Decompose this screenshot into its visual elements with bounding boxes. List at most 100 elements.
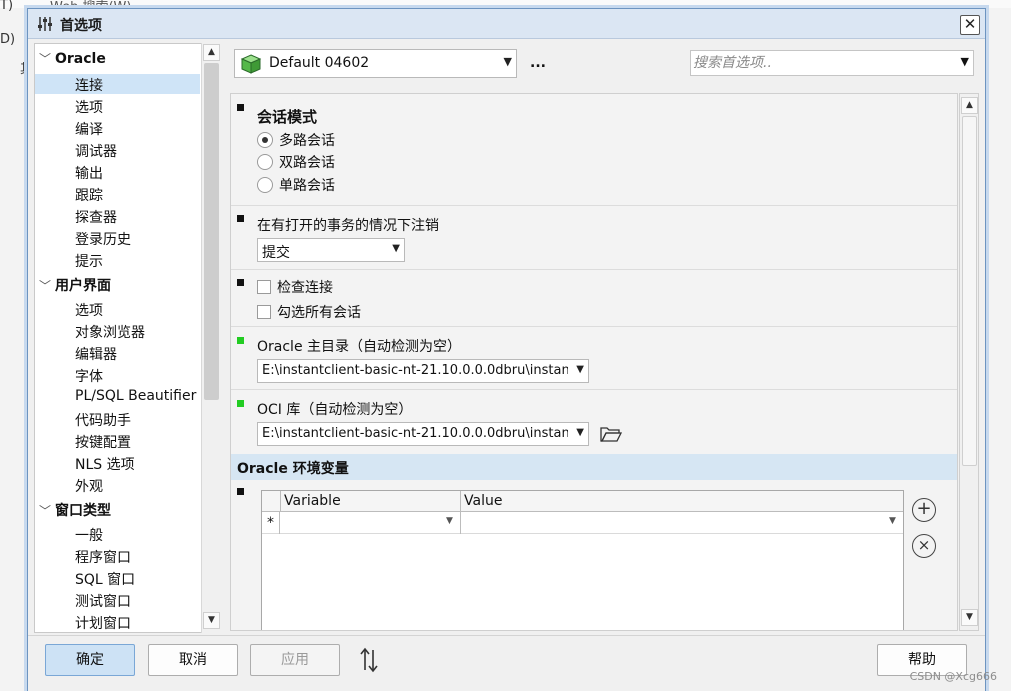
tree-item-object-browser[interactable]: 对象浏览器	[75, 322, 145, 342]
tree-item-sql-window[interactable]: SQL 窗口	[75, 569, 135, 589]
settings-scrollbar[interactable]: ▲ ▼	[959, 93, 979, 631]
chevron-down-icon[interactable]: ▼	[392, 243, 400, 254]
tree-item-compile[interactable]: 编译	[75, 119, 103, 139]
tree-group-user-interface[interactable]: ﹀ 用户界面	[35, 275, 111, 295]
tree-item-logon-history[interactable]: 登录历史	[75, 229, 131, 249]
radio-button-selected[interactable]	[257, 132, 273, 148]
env-variables-header: Oracle 环境变量	[231, 454, 957, 480]
tree-item-fonts[interactable]: 字体	[75, 366, 103, 386]
tree-item-plan-window[interactable]: 计划窗口	[75, 613, 131, 632]
oci-library-label: OCI 库（自动检测为空）	[257, 402, 413, 418]
profile-select[interactable]: Default 04602 ▼	[234, 49, 517, 78]
section-connection-checks: 检查连接 勾选所有会话	[231, 271, 957, 327]
tree-item-connection[interactable]: 连接	[75, 75, 103, 95]
tree-item-trace[interactable]: 跟踪	[75, 185, 103, 205]
chevron-down-icon[interactable]: ▼	[961, 55, 969, 68]
chevron-down-icon[interactable]: ▼	[504, 55, 512, 68]
chevron-down-icon[interactable]: ▼	[889, 516, 896, 526]
scroll-down-arrow-icon[interactable]: ▼	[203, 612, 220, 629]
section-logoff-transaction: 在有打开的事务的情况下注销 提交 ▼	[231, 207, 957, 270]
grid-header: Variable Value	[262, 491, 903, 512]
checkbox[interactable]	[257, 280, 271, 294]
tree-item-code-assistant[interactable]: 代码助手	[75, 410, 131, 430]
tree-item-nls-options[interactable]: NLS 选项	[75, 454, 135, 474]
scroll-down-arrow-icon[interactable]: ▼	[961, 609, 978, 626]
chevron-down-icon[interactable]: ﹀	[35, 277, 55, 294]
checkbox-label: 检查连接	[277, 280, 333, 296]
tree-group-window-types[interactable]: ﹀ 窗口类型	[35, 500, 111, 520]
logoff-action-select[interactable]: 提交 ▼	[257, 238, 405, 262]
tree-item-appearance[interactable]: 外观	[75, 476, 103, 496]
tree-item-options[interactable]: 选项	[75, 97, 103, 117]
chevron-down-icon[interactable]: ▼	[576, 364, 584, 375]
section-oci-library: OCI 库（自动检测为空） E:\instantclient-basic-nt-…	[231, 391, 957, 453]
dialog-title: 首选项	[60, 18, 102, 34]
section-status-bullet-active	[237, 400, 244, 407]
radio-dual-session[interactable]: 双路会话	[257, 152, 335, 174]
tree-item-profiler[interactable]: 探查器	[75, 207, 117, 227]
tree-group-oracle[interactable]: ﹀ Oracle	[35, 50, 106, 67]
tree-item-general[interactable]: 一般	[75, 525, 103, 545]
logoff-label: 在有打开的事务的情况下注销	[257, 218, 439, 234]
scroll-up-arrow-icon[interactable]: ▲	[203, 44, 220, 61]
oracle-home-select[interactable]: E:\instantclient-basic-nt-21.10.0.0.0dbr…	[257, 359, 589, 383]
search-input[interactable]	[693, 53, 945, 73]
oci-library-select[interactable]: E:\instantclient-basic-nt-21.10.0.0.0dbr…	[257, 422, 589, 446]
check-all-sessions-checkbox[interactable]: 勾选所有会话	[257, 302, 361, 324]
dialog-titlebar[interactable]: 首选项 ✕	[28, 9, 985, 39]
section-status-bullet	[237, 279, 244, 286]
env-variables-title: Oracle 环境变量	[237, 461, 349, 477]
tree-item-debugger[interactable]: 调试器	[75, 141, 117, 161]
radio-button[interactable]	[257, 177, 273, 193]
search-preferences[interactable]: ▼	[690, 50, 974, 76]
session-mode-title: 会话模式	[257, 108, 318, 126]
check-connection-checkbox[interactable]: 检查连接	[257, 277, 333, 299]
sort-arrows-icon[interactable]	[358, 646, 380, 674]
settings-scrollbar-thumb[interactable]	[962, 116, 977, 466]
scroll-up-arrow-icon[interactable]: ▲	[961, 97, 978, 114]
tree-scrollbar-thumb[interactable]	[204, 63, 219, 400]
more-options-button[interactable]: ...	[530, 55, 546, 71]
tree-scrollbar[interactable]: ▲ ▼	[201, 43, 220, 633]
chevron-down-icon[interactable]: ﹀	[35, 502, 55, 519]
grid-column-separator	[280, 491, 281, 512]
grid-column-separator	[460, 491, 461, 512]
table-row-new[interactable]: * ▼ ▼	[262, 512, 903, 534]
tree-item-beautifier[interactable]: PL/SQL Beautifier	[75, 388, 196, 404]
chevron-down-icon[interactable]: ▼	[576, 427, 584, 438]
radio-button[interactable]	[257, 154, 273, 170]
section-oracle-home: Oracle 主目录（自动检测为空） E:\instantclient-basi…	[231, 328, 957, 390]
folder-open-icon[interactable]	[599, 424, 623, 444]
radio-single-session[interactable]: 单路会话	[257, 175, 335, 197]
tree-item-hints[interactable]: 提示	[75, 251, 103, 271]
tree-item-test-window[interactable]: 测试窗口	[75, 591, 131, 611]
ok-button[interactable]: 确定	[45, 644, 135, 676]
tree-item-editor[interactable]: 编辑器	[75, 344, 117, 364]
add-row-plus-icon[interactable]: +	[912, 498, 936, 522]
radio-multi-session[interactable]: 多路会话	[257, 130, 335, 152]
chevron-down-icon[interactable]: ﹀	[35, 50, 55, 67]
oci-library-value: E:\instantclient-basic-nt-21.10.0.0.0dbr…	[262, 426, 568, 441]
apply-button[interactable]: 应用	[250, 644, 340, 676]
chevron-down-icon[interactable]: ▼	[446, 516, 453, 526]
tree-item-ui-options[interactable]: 选项	[75, 300, 103, 320]
delete-row-x-icon[interactable]: ×	[912, 534, 936, 558]
profile-cube-icon	[240, 54, 262, 74]
tree-item-key-config[interactable]: 按键配置	[75, 432, 131, 452]
close-button[interactable]: ✕	[960, 15, 980, 35]
dialog-button-bar: 确定 取消 应用 帮助	[28, 635, 985, 691]
oracle-home-value: E:\instantclient-basic-nt-21.10.0.0.0dbr…	[262, 363, 568, 378]
tree-item-output[interactable]: 输出	[75, 163, 103, 183]
checkbox[interactable]	[257, 305, 271, 319]
settings-panel: Default 04602 ▼ ... ▼ 会话模式 多路会话 双路会话 单路会…	[228, 43, 980, 633]
tree-item-program-window[interactable]: 程序窗口	[75, 547, 131, 567]
oracle-home-label: Oracle 主目录（自动检测为空）	[257, 339, 462, 355]
section-status-bullet	[237, 215, 244, 222]
tree-group-label: 用户界面	[55, 278, 111, 294]
env-variables-grid[interactable]: Variable Value * ▼ ▼	[261, 490, 904, 630]
tree-group-label: Oracle	[55, 51, 106, 67]
column-header-value[interactable]: Value	[464, 493, 502, 509]
column-header-variable[interactable]: Variable	[284, 493, 341, 509]
cancel-button[interactable]: 取消	[148, 644, 238, 676]
tree-selection-highlight	[35, 74, 200, 94]
